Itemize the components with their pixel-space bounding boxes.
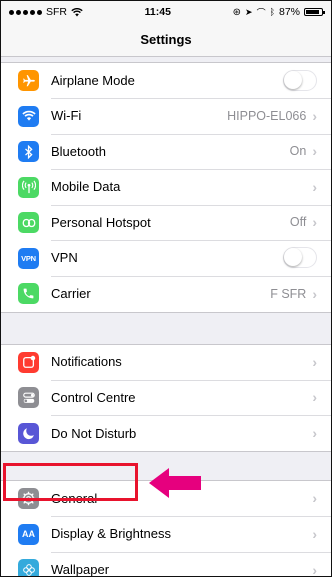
settings-row-mobile-data[interactable]: Mobile Data ›: [1, 170, 331, 206]
toggle-knob: [284, 248, 302, 267]
rotation-lock-icon: ⊛: [232, 6, 242, 18]
row-label: Notifications: [51, 354, 122, 370]
nav-bar: Settings: [1, 23, 331, 57]
phone-icon: [18, 283, 39, 305]
chevron-right-icon: ›: [312, 107, 317, 124]
vpn-toggle[interactable]: [283, 247, 317, 269]
row-label: Bluetooth: [51, 143, 106, 159]
row-label: Control Centre: [51, 389, 136, 405]
row-label: Wallpaper: [51, 562, 110, 577]
display-icon: AA: [18, 523, 39, 545]
hotspot-icon: [18, 212, 39, 234]
settings-row-personal-hotspot[interactable]: Personal Hotspot Off ›: [1, 205, 331, 241]
row-label: Do Not Disturb: [51, 425, 137, 441]
settings-row-carrier[interactable]: Carrier F SFR ›: [1, 276, 331, 312]
control-centre-icon: [18, 387, 39, 409]
wallpaper-icon: [18, 559, 39, 576]
battery-icon: [304, 8, 325, 16]
chevron-right-icon: ›: [312, 525, 317, 542]
headphones-icon: ⌒: [256, 7, 266, 18]
settings-row-wallpaper[interactable]: Wallpaper ›: [1, 552, 331, 577]
chevron-right-icon: ›: [312, 389, 317, 406]
page-title: Settings: [140, 32, 192, 47]
signal-icon: [9, 9, 42, 15]
toggle-knob: [284, 70, 302, 89]
settings-row-wi-fi[interactable]: Wi-Fi HIPPO-EL066 ›: [1, 99, 331, 135]
settings-row-bluetooth[interactable]: Bluetooth On ›: [1, 134, 331, 170]
airplane-icon: [18, 70, 39, 92]
settings-row-vpn[interactable]: VPN VPN: [1, 241, 331, 277]
airplane-mode-toggle[interactable]: [283, 69, 317, 91]
row-label: VPN: [51, 250, 78, 266]
settings-row-control-centre[interactable]: Control Centre ›: [1, 380, 331, 416]
status-bar: SFR 11:45 ⊛ ➤ ⌒ ᛒ 87%: [1, 1, 331, 23]
row-value: Off: [289, 215, 307, 230]
pointer-arrow-icon: [149, 468, 201, 498]
moon-icon: [18, 422, 39, 444]
settings-row-display-and-brightness[interactable]: AA Display & Brightness ›: [1, 517, 331, 553]
row-value: On: [289, 144, 307, 159]
row-label: Carrier: [51, 286, 91, 302]
chevron-right-icon: ›: [312, 490, 317, 507]
row-label: Airplane Mode: [51, 72, 135, 88]
row-value: F SFR: [270, 286, 307, 301]
row-label: Wi-Fi: [51, 108, 82, 124]
location-icon: ➤: [245, 6, 253, 17]
chevron-right-icon: ›: [312, 353, 317, 370]
notifications-icon: [18, 351, 39, 373]
settings-row-do-not-disturb[interactable]: Do Not Disturb ›: [1, 416, 331, 452]
phone-screen: SFR 11:45 ⊛ ➤ ⌒ ᛒ 87% Settings Airplane …: [0, 0, 332, 577]
chevron-right-icon: ›: [312, 285, 317, 302]
row-label: Mobile Data: [51, 179, 121, 195]
row-label: Personal Hotspot: [51, 214, 151, 230]
chevron-right-icon: ›: [312, 178, 317, 195]
antenna-icon: [18, 176, 39, 198]
settings-group-connectivity: Airplane Mode Wi-Fi HIPPO-EL066 › Bluetooth O…: [1, 62, 331, 313]
chevron-right-icon: ›: [312, 561, 317, 577]
battery-percent: 87%: [278, 6, 300, 18]
settings-row-airplane-mode[interactable]: Airplane Mode: [1, 63, 331, 99]
bluetooth-icon: [18, 141, 39, 163]
bluetooth-status-icon: ᛒ: [269, 7, 275, 17]
chevron-right-icon: ›: [312, 214, 317, 231]
highlight-box: [3, 463, 138, 501]
settings-row-notifications[interactable]: Notifications ›: [1, 345, 331, 381]
carrier-name: SFR: [46, 6, 67, 18]
row-value: HIPPO-EL066: [227, 108, 307, 123]
row-label: Display & Brightness: [51, 526, 171, 542]
vpn-icon: VPN: [18, 247, 39, 269]
wifi-status-icon: [71, 7, 83, 16]
clock: 11:45: [144, 6, 171, 18]
chevron-right-icon: ›: [312, 425, 317, 442]
chevron-right-icon: ›: [312, 143, 317, 160]
settings-group-notifications: Notifications › Control Centre › Do Not Dist…: [1, 343, 331, 452]
wifi-icon: [18, 105, 39, 127]
